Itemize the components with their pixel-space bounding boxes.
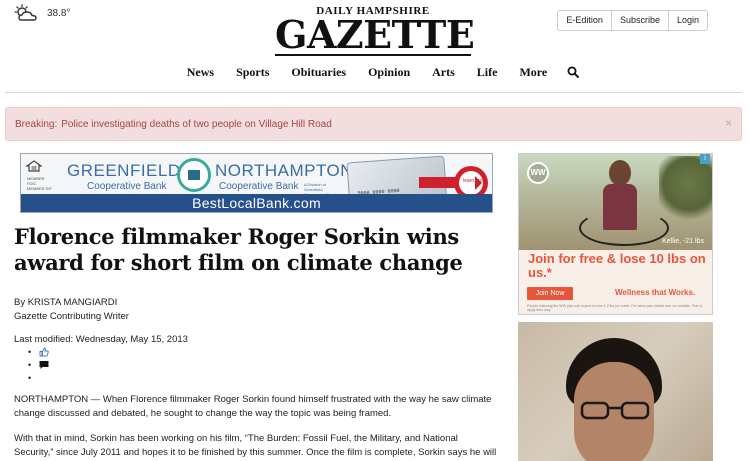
- nav-divider: [5, 92, 742, 93]
- masthead-line2: GAZETTE: [275, 12, 475, 57]
- bicycle-image: [579, 210, 669, 246]
- tree-image: [659, 156, 712, 226]
- join-now-button[interactable]: Join Now: [527, 287, 573, 300]
- equal-housing-icon: [26, 160, 42, 172]
- article-paragraph: NORTHAMPTON — When Florence filmmaker Ro…: [14, 394, 492, 419]
- share-item-comment[interactable]: [28, 359, 49, 372]
- share-item-like[interactable]: [28, 346, 49, 359]
- article-paragraph: With that in mind, Sorkin has been worki…: [14, 433, 497, 458]
- temperature: 38.8°: [47, 7, 71, 19]
- search-icon[interactable]: [566, 64, 580, 80]
- share-item-empty: [28, 372, 49, 385]
- breaking-news-bar[interactable]: Breaking: Police investigating deaths of…: [5, 107, 742, 141]
- subscribe-button[interactable]: Subscribe: [612, 11, 669, 30]
- breaking-headline[interactable]: Police investigating deaths of two peopl…: [61, 119, 332, 130]
- breaking-label: Breaking:: [15, 118, 58, 130]
- bank-logo-icon: [177, 158, 211, 192]
- person-head-image: [609, 160, 631, 186]
- partly-cloudy-icon: [13, 4, 39, 22]
- account-links: E-Edition Subscribe Login: [557, 10, 708, 31]
- nav-item-obituaries[interactable]: Obituaries: [291, 64, 346, 80]
- author-portrait-image: [518, 322, 713, 461]
- nav-item-opinion[interactable]: Opinion: [368, 64, 410, 80]
- nav-item-more[interactable]: More: [519, 64, 547, 80]
- article-headline: Florence filmmaker Roger Sorkin wins awa…: [14, 224, 463, 275]
- greenfield-logo: GREENFIELD: [67, 161, 181, 180]
- comment-icon[interactable]: [39, 360, 49, 370]
- greenfield-subtitle: Cooperative Bank: [87, 181, 167, 192]
- eedition-button[interactable]: E-Edition: [558, 11, 612, 30]
- byline: By KRISTA MANGIARDI Gazette Contributing…: [14, 296, 129, 324]
- share-tools: [28, 346, 49, 385]
- login-button[interactable]: Login: [669, 11, 707, 30]
- nav-item-arts[interactable]: Arts: [432, 64, 455, 80]
- ad-promo-text: Join for free & lose 10 lbs on us.*: [528, 251, 706, 280]
- ad-tagline: Wellness that Works.: [615, 288, 696, 297]
- fdic-notice: MEMBER FDIC MEMBER SIF: [27, 176, 52, 191]
- ad-caption: Kellie, -21 lbs: [661, 238, 704, 245]
- close-icon[interactable]: ×: [725, 116, 732, 130]
- northampton-logo: NORTHAMPTON: [215, 161, 354, 180]
- ad-choices-icon[interactable]: i: [700, 154, 710, 164]
- learn-more-text: learn more: [463, 178, 487, 184]
- last-modified: Last modified: Wednesday, May 15, 2013: [14, 334, 188, 345]
- ad-fine-print: People following the WW plan can expect …: [527, 304, 703, 312]
- weather-widget[interactable]: 38.8°: [13, 4, 70, 22]
- author-name[interactable]: By KRISTA MANGIARDI: [14, 296, 129, 310]
- nav-item-news[interactable]: News: [187, 64, 214, 80]
- main-nav: News Sports Obituaries Opinion Arts Life…: [0, 64, 750, 80]
- bank-url[interactable]: BestLocalBank.com: [21, 194, 492, 212]
- thumbs-up-icon[interactable]: [39, 347, 49, 357]
- nav-item-sports[interactable]: Sports: [236, 64, 269, 80]
- nav-item-life[interactable]: Life: [477, 64, 498, 80]
- bank-banner-ad[interactable]: MEMBER FDIC MEMBER SIF GREENFIELD Cooper…: [20, 153, 493, 213]
- masthead-logo[interactable]: DAILY HAMPSHIRE GAZETTE: [275, 5, 475, 57]
- ww-logo: WW: [527, 162, 549, 184]
- glasses-icon: [580, 401, 650, 420]
- weight-watchers-ad[interactable]: WW i Kellie, -21 lbs Join for free & los…: [518, 153, 713, 315]
- author-role: Gazette Contributing Writer: [14, 311, 129, 322]
- northampton-subtitle: Cooperative Bank: [219, 181, 299, 192]
